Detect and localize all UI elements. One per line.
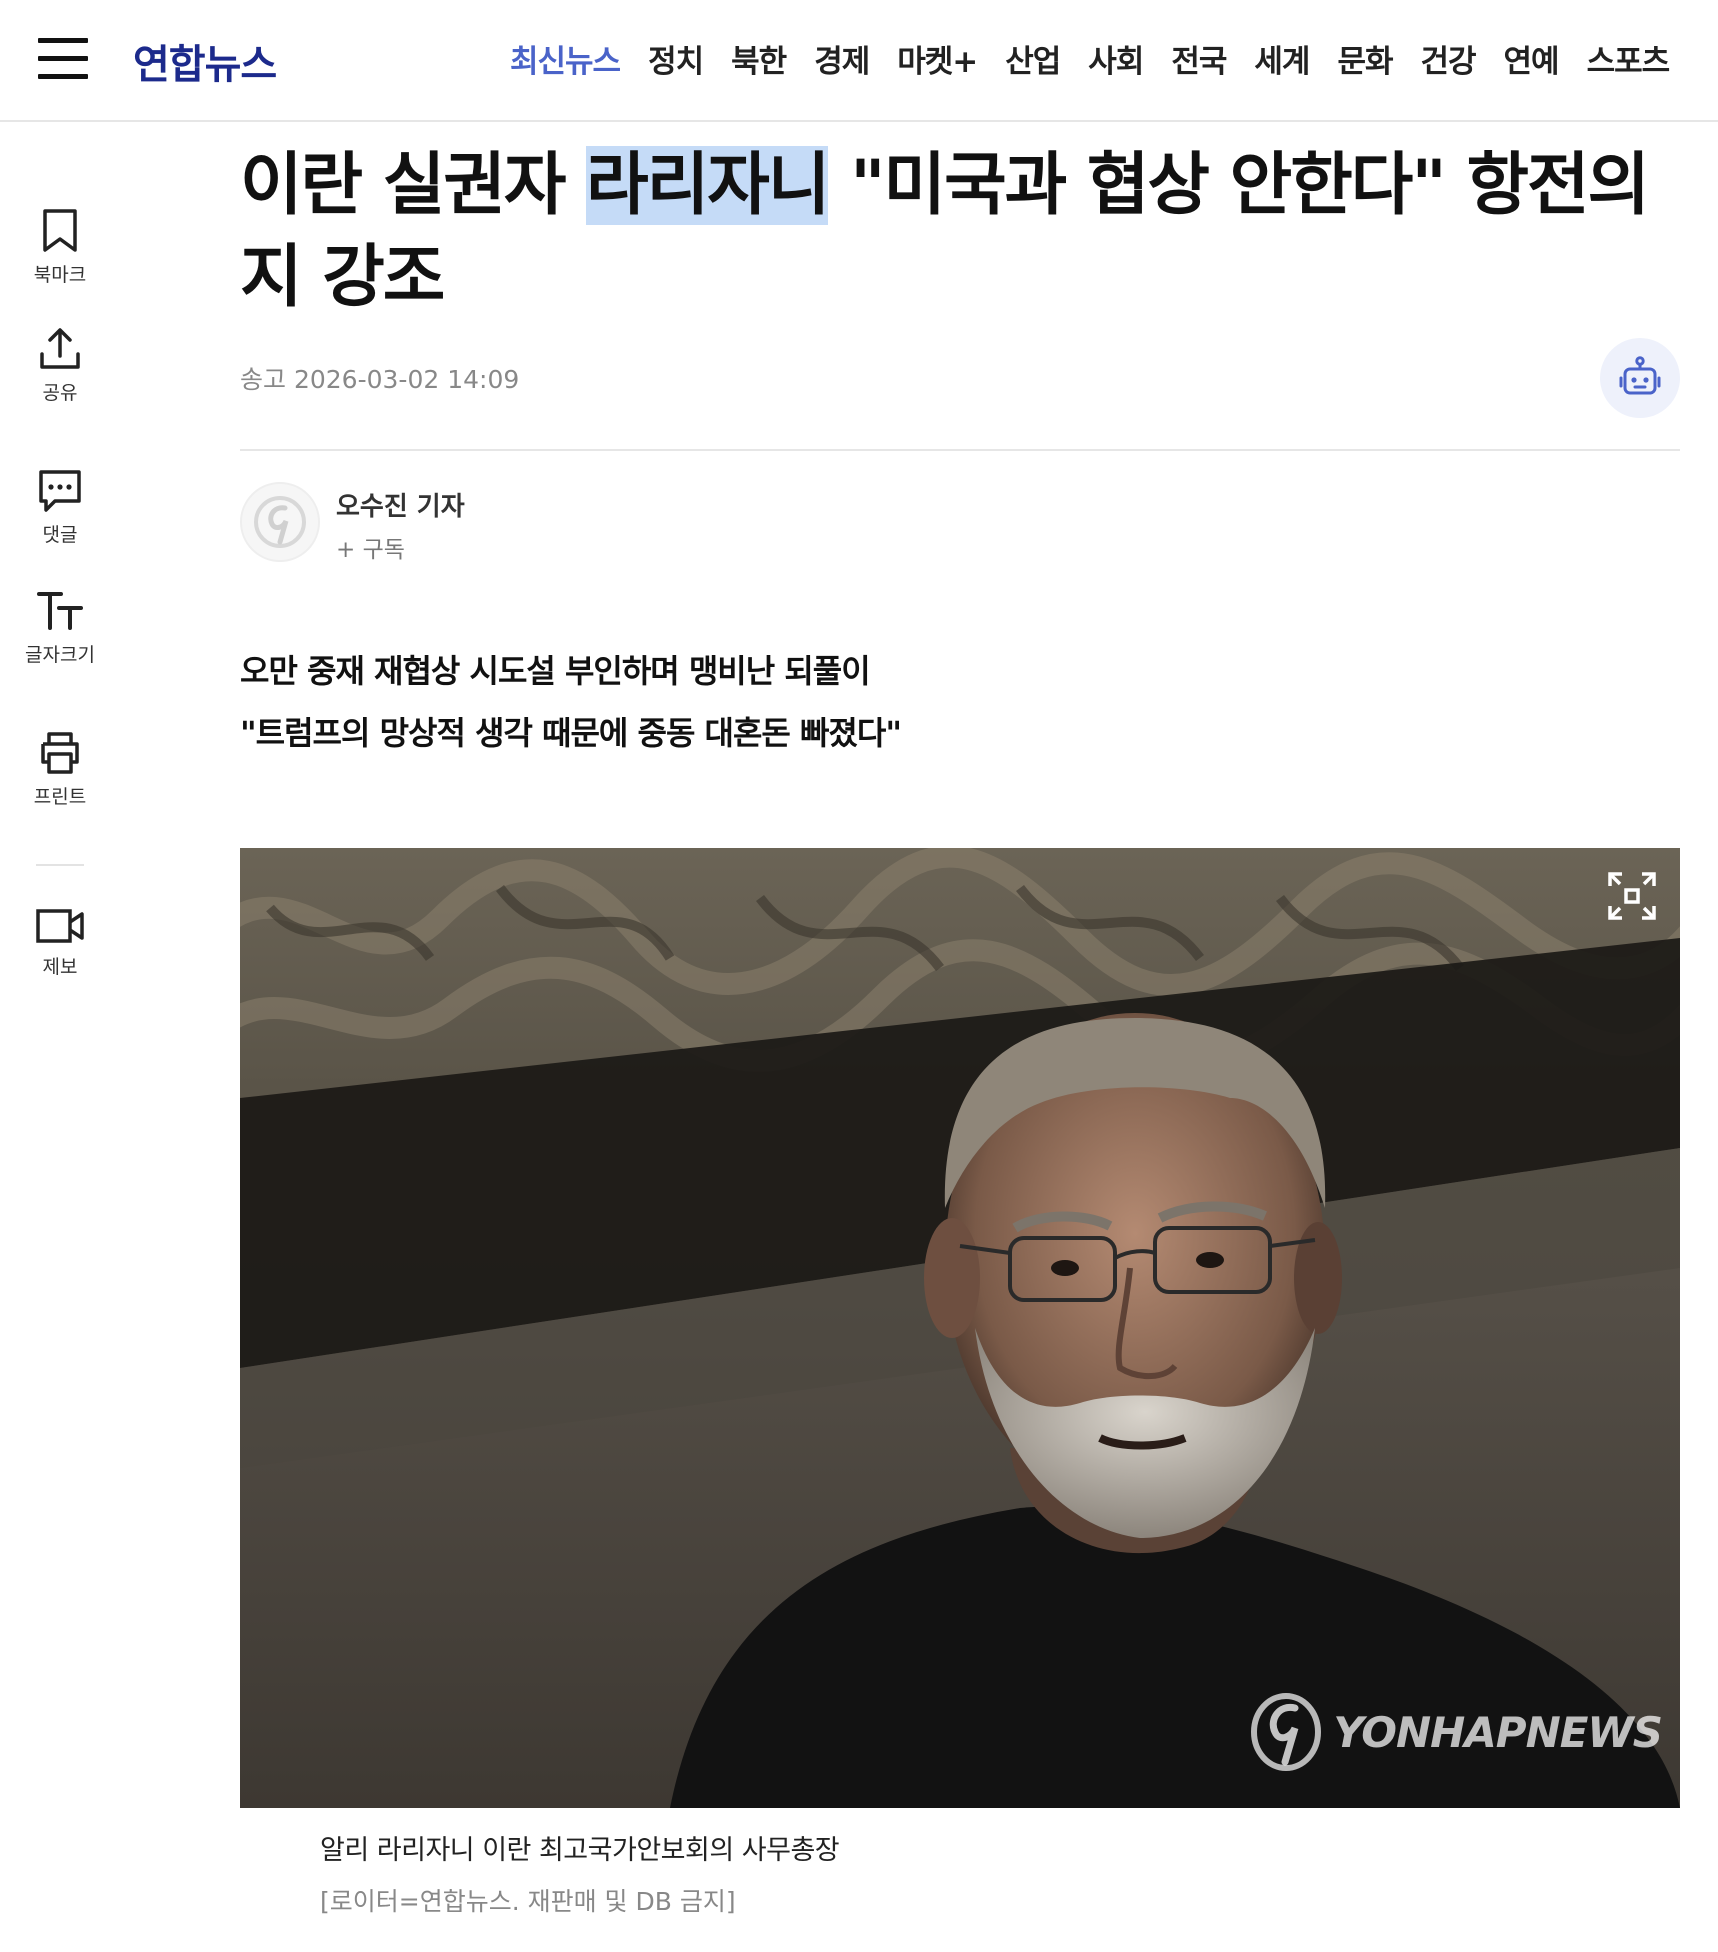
share-label: 공유 [42,382,78,404]
yonhap-logo-icon [254,496,306,548]
title-highlighted-selection: 라리자니 [586,146,830,225]
photo-watermark: YONHAPNEWS [1249,1690,1663,1774]
video-camera-icon [36,909,84,943]
nav-item-politics[interactable]: 정치 [648,36,704,81]
print-icon [41,732,79,774]
meta-divider [240,449,1680,451]
summary-line: "트럼프의 망상적 생각 때문에 중동 대혼돈 빠졌다" [240,714,902,752]
report-button[interactable]: 제보 [0,906,120,979]
nav-item-north-korea[interactable]: 북한 [731,36,787,81]
expand-icon [1608,872,1656,920]
site-header: 연합뉴스 최신뉴스 정치 북한 경제 마켓+ 산업 사회 전국 세계 문화 건강… [0,0,1718,122]
summary-line: 오만 중재 재협상 시도설 부인하며 맹비난 되풀이 [240,652,871,690]
watermark-text: YONHAPNEWS [1333,1707,1663,1757]
font-size-label: 글자크기 [25,644,95,666]
reporter-name[interactable]: 오수진 기자 [336,486,465,523]
bookmark-icon [43,209,77,252]
bookmark-label: 북마크 [33,264,87,286]
article-title: 이란 실권자 라리자니 "미국과 협상 안한다" 항전의지 강조 [240,140,1680,324]
report-label: 제보 [42,956,78,978]
nav-item-health[interactable]: 건강 [1420,36,1476,81]
menu-icon[interactable] [38,38,88,80]
published-label: 송고 [240,365,287,394]
nav-item-national[interactable]: 전국 [1171,36,1227,81]
nav-item-latest[interactable]: 최신뉴스 [510,36,621,81]
comment-icon [39,470,81,512]
nav-item-economy[interactable]: 경제 [814,36,870,81]
site-logo[interactable]: 연합뉴스 [133,32,277,90]
share-button[interactable]: 공유 [0,326,120,405]
article-photo[interactable]: YONHAPNEWS [240,848,1680,1808]
published-date: 2026-03-02 14:09 [293,365,520,394]
robot-icon [1619,356,1661,395]
bookmark-button[interactable]: 북마크 [0,208,120,287]
main-nav: 최신뉴스 정치 북한 경제 마켓+ 산업 사회 전국 세계 문화 건강 연예 스… [510,36,1697,81]
title-part: 이란 실권자 [240,146,587,225]
comment-button[interactable]: 댓글 [0,468,120,547]
print-label: 프린트 [33,786,87,808]
article-meta: 송고 2026-03-02 14:09 [240,360,519,396]
reporter-avatar[interactable] [240,482,320,562]
nav-item-entertainment[interactable]: 연예 [1504,36,1560,81]
nav-item-sports[interactable]: 스포츠 [1587,36,1671,81]
photo-caption: 알리 라리자니 이란 최고국가안보회의 사무총장 [320,1835,840,1866]
nav-item-industry[interactable]: 산업 [1005,36,1061,81]
ai-summary-button[interactable] [1600,338,1680,418]
nav-item-society[interactable]: 사회 [1088,36,1144,81]
subscribe-button[interactable]: + 구독 [336,530,405,564]
font-size-button[interactable]: 글자크기 [0,588,120,667]
share-icon [40,328,80,369]
expand-photo-button[interactable] [1606,870,1658,922]
font-size-icon [37,592,83,630]
nav-item-world[interactable]: 세계 [1254,36,1310,81]
comment-label: 댓글 [42,524,78,546]
nav-item-market[interactable]: 마켓+ [897,36,978,81]
nav-item-culture[interactable]: 문화 [1337,36,1393,81]
yonhap-watermark-logo-icon [1251,1693,1322,1771]
photo-credit: [로이터=연합뉴스. 재판매 및 DB 금지] [320,1887,736,1916]
rail-divider [36,864,84,866]
photo-image [240,848,1680,1808]
article-summary: 오만 중재 재협상 시도설 부인하며 맹비난 되풀이 "트럼프의 망상적 생각 … [240,640,902,764]
print-button[interactable]: 프린트 [0,730,120,809]
